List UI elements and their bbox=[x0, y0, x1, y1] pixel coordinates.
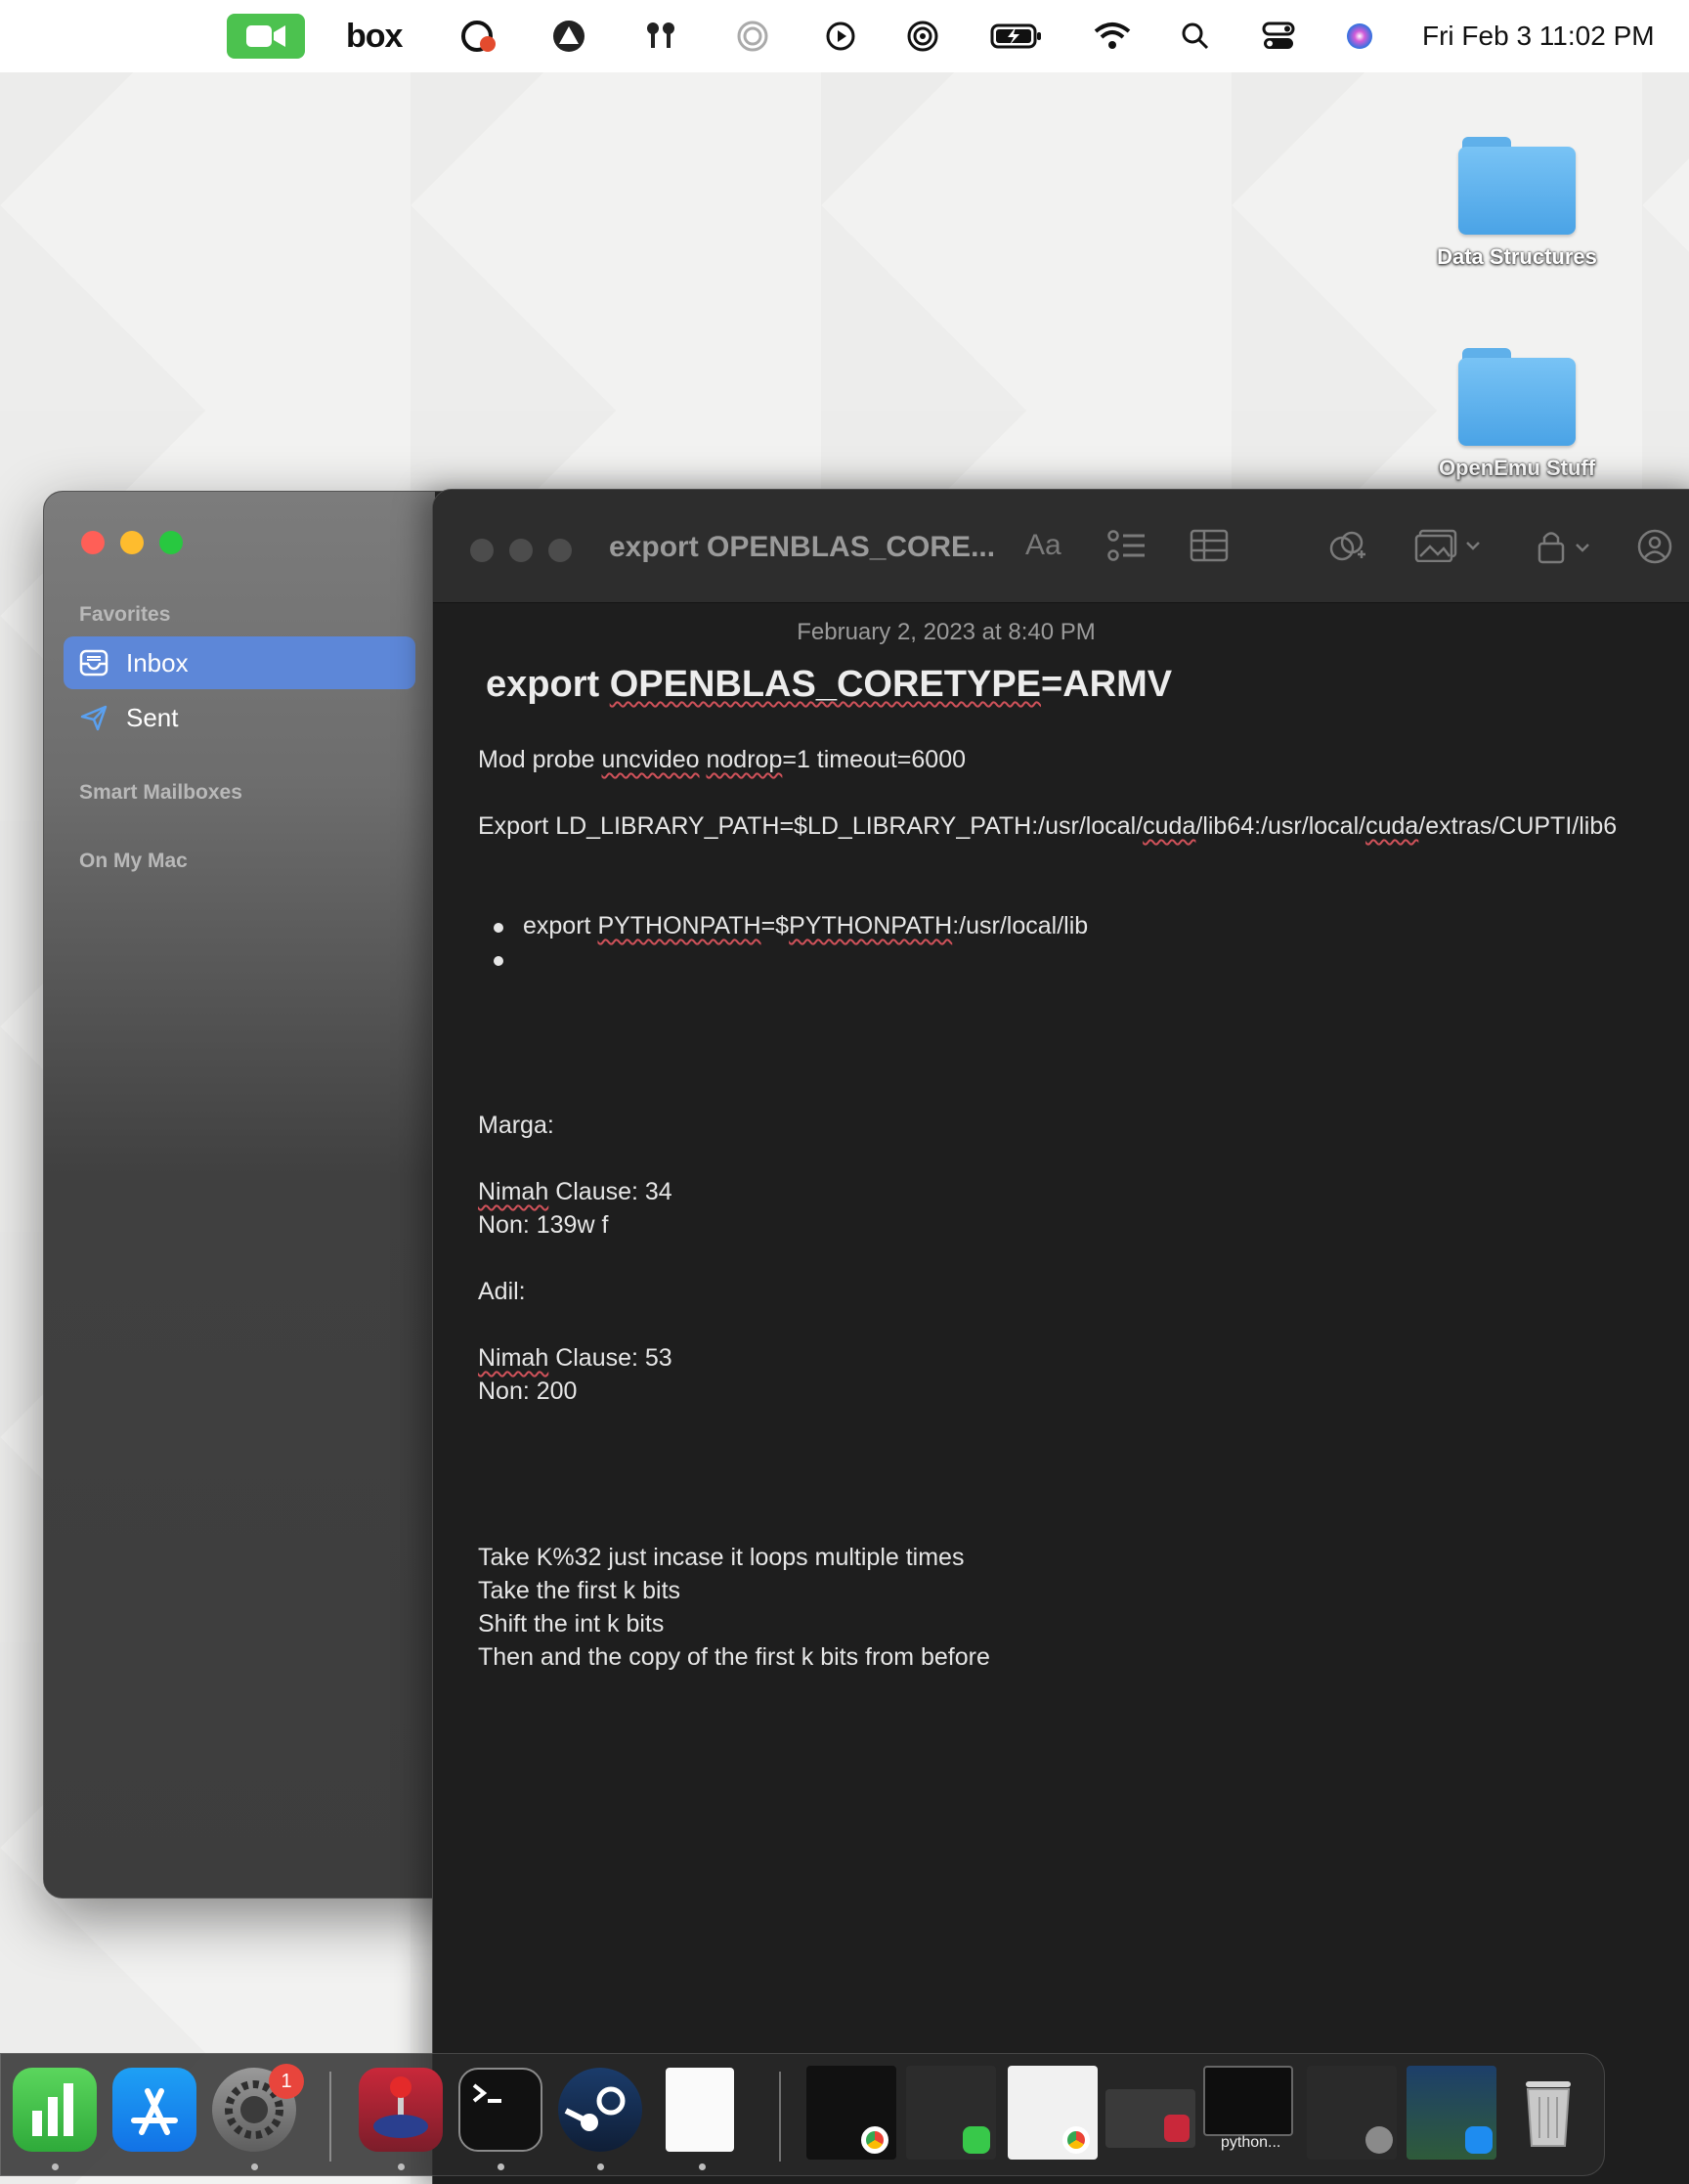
joystick-app-icon[interactable] bbox=[359, 2068, 443, 2152]
desktop-folder-openemu-stuff[interactable]: OpenEmu Stuff bbox=[1419, 348, 1615, 481]
numbers-app-icon[interactable] bbox=[13, 2068, 97, 2152]
notification-badge: 1 bbox=[269, 2064, 304, 2099]
wifi-icon[interactable] bbox=[1093, 0, 1132, 72]
minimized-window-label: python... bbox=[1221, 2134, 1281, 2151]
close-window-button[interactable] bbox=[470, 539, 494, 562]
note-line-marga[interactable]: Marga: bbox=[478, 1112, 554, 1140]
zoom-window-button[interactable] bbox=[159, 531, 183, 554]
note-line-take-2[interactable]: Take the first k bits bbox=[478, 1577, 680, 1605]
desktop-folder-data-structures[interactable]: Data Structures bbox=[1419, 137, 1615, 270]
dock: 1 python... bbox=[0, 2053, 1605, 2176]
notes-window: export OPENBLAS_CORE... Aa February 2, 2… bbox=[432, 489, 1689, 2184]
running-indicator bbox=[398, 2163, 405, 2170]
minimized-window-terminal[interactable] bbox=[1203, 2066, 1293, 2136]
sidebar-item-label: Sent bbox=[126, 702, 179, 732]
note-line-mod-probe[interactable]: Mod probe uncvideo nodrop=1 timeout=6000 bbox=[478, 746, 966, 774]
lock-icon[interactable] bbox=[1536, 529, 1596, 572]
creative-cloud-icon[interactable] bbox=[455, 0, 498, 72]
folder-icon bbox=[1458, 348, 1576, 446]
running-indicator bbox=[52, 2163, 59, 2170]
smart-mailboxes-header[interactable]: Smart Mailboxes bbox=[79, 781, 242, 805]
terminal-icon[interactable] bbox=[458, 2068, 542, 2152]
minimize-window-button[interactable] bbox=[120, 531, 144, 554]
airdrop-icon[interactable] bbox=[905, 0, 940, 72]
running-indicator bbox=[251, 2163, 258, 2170]
note-line-marga-nimah[interactable]: Nimah Clause: 34 bbox=[478, 1178, 672, 1206]
inbox-icon bbox=[79, 649, 112, 677]
blank-document-icon[interactable] bbox=[666, 2068, 734, 2152]
control-center-icon[interactable] bbox=[1261, 0, 1296, 72]
sidebar-item-label: Inbox bbox=[126, 647, 189, 677]
note-heading[interactable]: export OPENBLAS_CORETYPE=ARMV bbox=[486, 664, 1172, 706]
focus-icon[interactable] bbox=[733, 0, 772, 72]
running-indicator bbox=[597, 2163, 604, 2170]
table-icon[interactable] bbox=[1190, 529, 1229, 570]
paper-plane-icon bbox=[79, 704, 112, 731]
collaborate-icon[interactable] bbox=[1328, 529, 1367, 572]
window-title: export OPENBLAS_CORE... bbox=[609, 531, 996, 563]
bullet-dot bbox=[494, 956, 503, 966]
note-bullet-pythonpath[interactable]: export PYTHONPATH=$PYTHONPATH:/usr/local… bbox=[523, 912, 1088, 940]
share-person-icon[interactable] bbox=[1635, 529, 1674, 572]
running-indicator bbox=[699, 2163, 706, 2170]
note-line-adil-non[interactable]: Non: 200 bbox=[478, 1377, 577, 1406]
minimized-window-joystick[interactable] bbox=[1105, 2089, 1195, 2148]
note-line-take-1[interactable]: Take K%32 just incase it loops multiple … bbox=[478, 1544, 964, 1572]
minimize-window-button[interactable] bbox=[509, 539, 533, 562]
menu-bar-clock[interactable]: Fri Feb 3 11:02 PM bbox=[1422, 0, 1655, 72]
notes-toolbar: export OPENBLAS_CORE... Aa bbox=[433, 490, 1689, 603]
play-icon[interactable] bbox=[823, 0, 858, 72]
sidebar-item-inbox[interactable]: Inbox bbox=[64, 636, 415, 689]
steam-icon[interactable] bbox=[558, 2068, 642, 2152]
media-icon[interactable] bbox=[1414, 529, 1481, 570]
minimized-window-chrome-1[interactable] bbox=[806, 2066, 896, 2160]
folder-icon bbox=[1458, 137, 1576, 235]
siri-icon[interactable] bbox=[1343, 0, 1376, 72]
minimized-window-messages[interactable] bbox=[906, 2066, 996, 2160]
sidebar-item-sent[interactable]: Sent bbox=[64, 691, 415, 744]
dock-separator bbox=[779, 2072, 781, 2162]
menu-bar: box Fri Feb 3 11:02 PM bbox=[0, 0, 1689, 72]
facetime-icon[interactable] bbox=[227, 14, 305, 59]
note-line-marga-non[interactable]: Non: 139w f bbox=[478, 1211, 608, 1240]
zoom-window-button[interactable] bbox=[548, 539, 572, 562]
search-icon[interactable] bbox=[1179, 0, 1212, 72]
vpn-icon[interactable] bbox=[549, 0, 588, 72]
desktop-folder-label: OpenEmu Stuff bbox=[1438, 456, 1596, 480]
box-icon[interactable]: box bbox=[346, 0, 403, 72]
on-my-mac-header[interactable]: On My Mac bbox=[79, 850, 188, 873]
format-text-button[interactable]: Aa bbox=[1025, 529, 1061, 562]
mail-sidebar: Favorites Inbox Sent Smart Mailboxes On … bbox=[44, 492, 435, 1898]
airpods-icon[interactable] bbox=[641, 0, 680, 72]
note-line-adil-nimah[interactable]: Nimah Clause: 53 bbox=[478, 1344, 672, 1373]
minimized-window-settings[interactable] bbox=[1307, 2066, 1397, 2160]
trash-icon[interactable] bbox=[1506, 2068, 1590, 2152]
minimized-window-chrome-2[interactable] bbox=[1008, 2066, 1098, 2160]
note-line-adil[interactable]: Adil: bbox=[478, 1278, 526, 1306]
desktop-folder-label: Data Structures bbox=[1437, 244, 1597, 269]
checklist-icon[interactable] bbox=[1107, 529, 1147, 570]
running-indicator bbox=[498, 2163, 504, 2170]
favorites-header: Favorites bbox=[79, 603, 171, 626]
app-store-icon[interactable] bbox=[112, 2068, 196, 2152]
note-date: February 2, 2023 at 8:40 PM bbox=[797, 619, 1096, 645]
bullet-dot bbox=[494, 923, 503, 933]
minimized-window-maps[interactable] bbox=[1407, 2066, 1496, 2160]
dock-separator bbox=[329, 2072, 331, 2162]
close-window-button[interactable] bbox=[81, 531, 105, 554]
note-line-export-ld[interactable]: Export LD_LIBRARY_PATH=$LD_LIBRARY_PATH:… bbox=[478, 812, 1617, 841]
note-line-take-3[interactable]: Shift the int k bits bbox=[478, 1610, 664, 1638]
note-line-take-4[interactable]: Then and the copy of the first k bits fr… bbox=[478, 1643, 990, 1672]
battery-icon[interactable] bbox=[989, 0, 1044, 72]
